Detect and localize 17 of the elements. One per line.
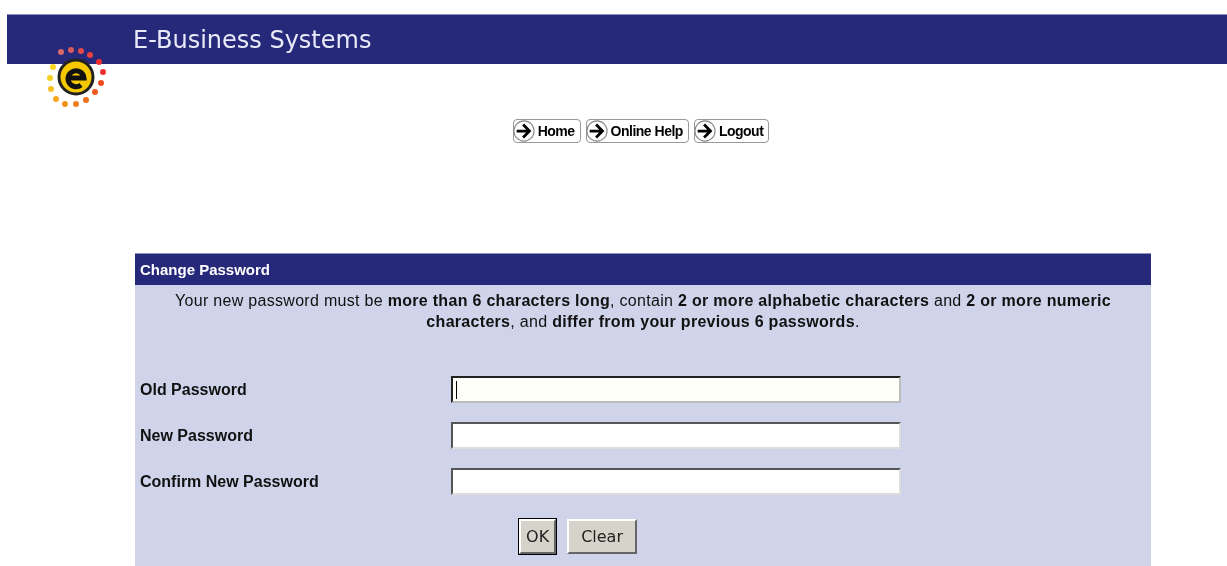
nav-button[interactable]: Home xyxy=(512,119,581,143)
panel-title: Change Password xyxy=(135,253,1151,285)
password-field[interactable] xyxy=(451,376,901,403)
password-field[interactable] xyxy=(451,468,901,495)
form-button[interactable]: Clear xyxy=(567,519,637,554)
arrow-icon xyxy=(512,120,535,142)
password-rules-text: Your new password must be more than 6 characters long, contain 2 or more alphabetic characters and 2 or more numeric characters, and differ from your previous 6 passwords. xyxy=(174,291,1112,332)
field-label: New Password xyxy=(140,426,254,445)
nav-button[interactable]: Logout xyxy=(693,119,770,143)
password-field[interactable] xyxy=(451,422,901,449)
arrow-icon xyxy=(585,120,608,142)
field-label: Old Password xyxy=(140,380,248,399)
site-title: E-Business Systems xyxy=(133,25,372,54)
nav-button[interactable]: Online Help xyxy=(585,119,689,143)
form-button[interactable]: OK xyxy=(519,519,557,554)
arrow-icon xyxy=(693,120,716,142)
field-label: Confirm New Password xyxy=(140,472,320,491)
